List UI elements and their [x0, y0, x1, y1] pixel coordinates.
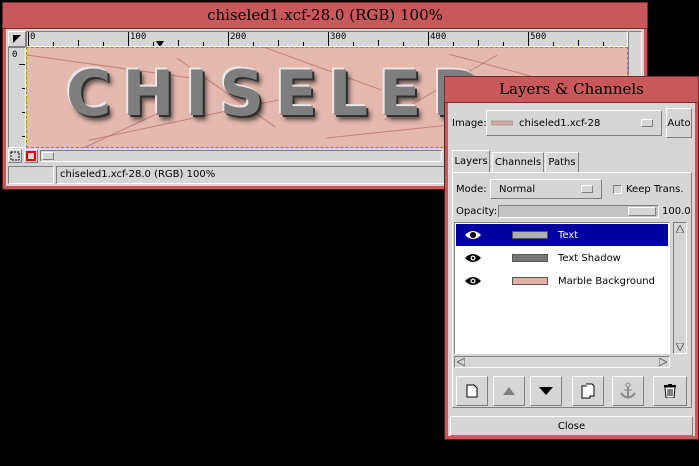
tab-paths-label: Paths	[548, 157, 576, 168]
ruler-label: 500	[530, 32, 547, 42]
arrow-icon	[13, 35, 21, 43]
option-menu-indicator-icon	[641, 119, 653, 127]
image-status-left	[8, 166, 54, 184]
image-window-titlebar[interactable]: chiseled1.xcf-28.0 (RGB) 100%	[2, 2, 648, 29]
eye-icon[interactable]	[464, 275, 482, 287]
layer-name: Text	[558, 229, 579, 241]
auto-button[interactable]: Auto	[666, 108, 692, 138]
keep-trans-label: Keep Trans.	[626, 184, 684, 195]
ruler-label: 200	[230, 32, 247, 42]
tab-paths[interactable]: Paths	[545, 152, 579, 172]
tab-channels-label: Channels	[494, 157, 542, 168]
auto-button-label: Auto	[667, 117, 691, 129]
mode-select[interactable]: Normal	[490, 179, 602, 199]
opacity-value: 100.0	[662, 206, 691, 217]
opacity-slider-handle[interactable]	[628, 207, 656, 216]
horizontal-ruler[interactable]: 0 100 200 300 400 500	[26, 31, 628, 47]
raise-layer-icon	[503, 387, 515, 395]
eye-icon[interactable]	[464, 252, 482, 264]
option-menu-indicator-icon	[581, 185, 593, 193]
ruler-label: 0	[30, 32, 36, 42]
scroll-up-icon[interactable]	[676, 225, 684, 233]
ruler-label: 100	[130, 32, 147, 42]
navigate-button[interactable]	[8, 149, 22, 163]
raise-layer-button[interactable]	[493, 376, 525, 406]
layer-thumbnail	[512, 277, 548, 285]
opacity-label: Opacity:	[456, 206, 498, 217]
lower-layer-icon	[539, 387, 553, 395]
quickmask-button[interactable]	[24, 149, 38, 163]
delete-layer-button[interactable]	[653, 376, 687, 406]
image-thumbnail-icon	[491, 120, 513, 126]
chiseled-text-artwork: CHISELED	[66, 57, 495, 130]
new-layer-icon	[466, 384, 478, 398]
close-button[interactable]: Close	[450, 416, 693, 436]
mode-select-value: Normal	[499, 183, 536, 195]
layer-thumbnail	[512, 254, 548, 262]
image-window-title: chiseled1.xcf-28.0 (RGB) 100%	[207, 6, 443, 24]
layer-row[interactable]: Text Shadow	[456, 247, 668, 269]
anchor-icon	[620, 382, 636, 399]
trash-icon	[664, 384, 676, 398]
close-button-label: Close	[557, 420, 586, 432]
eye-icon[interactable]	[464, 229, 482, 241]
image-status-bar: chiseled1.xcf-28.0 (RGB) 100%	[56, 166, 446, 184]
image-select[interactable]: chiseled1.xcf-28	[486, 110, 662, 136]
layer-list-hscroll[interactable]	[454, 356, 670, 368]
layer-name: Marble Background	[558, 275, 655, 287]
status-text: chiseled1.xcf-28.0 (RGB) 100%	[60, 169, 216, 180]
ruler-label: 300	[330, 32, 347, 42]
keep-trans-checkbox[interactable]	[613, 185, 622, 194]
opacity-slider[interactable]	[498, 205, 659, 218]
image-select-value: chiseled1.xcf-28	[519, 117, 601, 129]
scroll-right-icon[interactable]	[659, 358, 667, 366]
layers-dialog-title: Layers & Channels	[499, 80, 644, 98]
ruler-label: 400	[430, 32, 447, 42]
lower-layer-button[interactable]	[530, 376, 562, 406]
anchor-layer-button[interactable]	[612, 376, 644, 406]
horizontal-scrollbar[interactable]	[40, 150, 442, 162]
ruler-label: 0	[12, 50, 18, 60]
layer-list[interactable]: Text Text Shadow Marble Background	[454, 222, 670, 354]
image-label: Image:	[452, 118, 487, 129]
new-layer-button[interactable]	[456, 376, 488, 406]
layer-row[interactable]: Marble Background	[456, 270, 668, 292]
scroll-left-icon[interactable]	[457, 358, 465, 366]
layer-thumbnail	[512, 231, 548, 239]
duplicate-layer-icon	[581, 383, 595, 399]
layers-dialog-titlebar[interactable]: Layers & Channels	[444, 76, 699, 103]
tab-layers[interactable]: Layers	[452, 150, 490, 172]
layer-name: Text Shadow	[558, 252, 621, 264]
layer-row[interactable]: Text	[456, 224, 668, 246]
quickmask-icon	[26, 151, 36, 161]
tab-channels[interactable]: Channels	[492, 152, 544, 172]
layer-list-vscroll[interactable]	[673, 222, 687, 354]
mode-label: Mode:	[456, 184, 487, 195]
tab-layers-label: Layers	[454, 156, 488, 167]
menu-arrow-button[interactable]	[8, 31, 26, 47]
scroll-left-button[interactable]	[42, 152, 54, 160]
vertical-ruler[interactable]: 0	[8, 47, 26, 148]
navigate-icon	[10, 151, 20, 161]
duplicate-layer-button[interactable]	[572, 376, 604, 406]
scroll-down-icon[interactable]	[676, 343, 684, 351]
